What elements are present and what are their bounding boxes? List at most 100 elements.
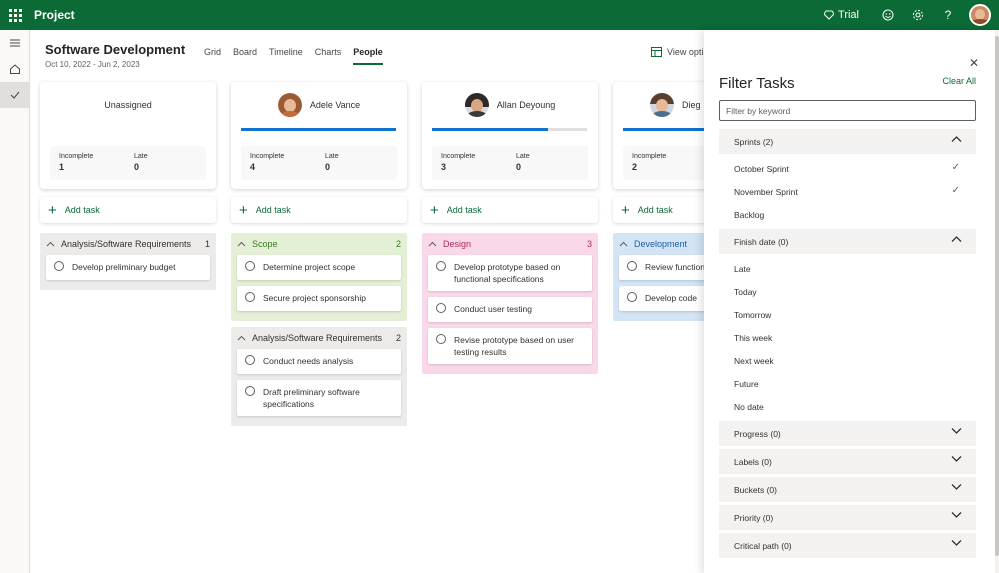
tab-board[interactable]: Board (233, 47, 257, 65)
avatar (464, 93, 489, 117)
bucket-header[interactable]: Analysis/Software Requirements 2 (237, 327, 401, 349)
task-title: Develop prototype based on functional sp… (454, 262, 561, 284)
filter-section-finish-date[interactable]: Finish date (0) (719, 229, 976, 254)
task-card[interactable]: Conduct user testing (428, 297, 592, 322)
close-icon[interactable]: ✕ (969, 56, 979, 70)
filter-option[interactable]: This week (719, 326, 976, 349)
task-card[interactable]: Conduct needs analysis (237, 349, 401, 374)
bucket-name: Scope (252, 239, 278, 249)
task-complete-circle-icon[interactable] (436, 261, 446, 271)
smiley-icon[interactable] (873, 0, 903, 30)
task-complete-circle-icon[interactable] (245, 386, 255, 396)
add-task-label: Add task (255, 205, 291, 215)
add-task-button[interactable]: + Add task (231, 197, 407, 223)
home-icon[interactable] (0, 56, 30, 82)
tab-timeline[interactable]: Timeline (269, 47, 303, 65)
person-card: Unassigned Incomplete 1 Late 0 (40, 82, 216, 189)
filter-section-priority[interactable]: Priority (0) (719, 505, 976, 530)
filter-section-labels[interactable]: Labels (0) (719, 449, 976, 474)
section-label: Buckets (0) (734, 484, 777, 495)
bucket-group: Analysis/Software Requirements 2 Conduct… (231, 327, 407, 426)
task-title: Develop code (645, 293, 697, 303)
app-name[interactable]: Project (34, 8, 75, 22)
task-card[interactable]: Determine project scope (237, 255, 401, 280)
diamond-icon (824, 10, 835, 20)
bucket-header[interactable]: Design 3 (428, 233, 592, 255)
option-label: Today (734, 286, 757, 297)
view-options-button[interactable]: View opti (651, 47, 703, 57)
task-complete-circle-icon[interactable] (54, 261, 64, 271)
option-label: November Sprint (734, 186, 798, 197)
chevron-up-icon (237, 335, 246, 341)
option-label: October Sprint (734, 163, 789, 174)
filter-option[interactable]: Tomorrow (719, 303, 976, 326)
filter-option[interactable]: Today (719, 280, 976, 303)
task-card[interactable]: Develop prototype based on functional sp… (428, 255, 592, 291)
filter-option[interactable]: No date (719, 395, 976, 418)
incomplete-count: 3 (441, 162, 447, 172)
page-title: Software Development (45, 42, 186, 57)
incomplete-label: Incomplete (441, 153, 476, 160)
option-label: Backlog (734, 209, 765, 220)
add-task-button[interactable]: + Add task (40, 197, 216, 223)
task-complete-circle-icon[interactable] (627, 261, 637, 271)
section-label: Priority (0) (734, 512, 774, 523)
scrollbar[interactable] (995, 30, 999, 573)
task-complete-circle-icon[interactable] (245, 292, 255, 302)
scrollbar-thumb[interactable] (995, 36, 999, 556)
filter-option[interactable]: Late (719, 257, 976, 280)
gear-icon[interactable] (903, 0, 933, 30)
filter-section-critical-path[interactable]: Critical path (0) (719, 533, 976, 558)
chevron-up-icon (951, 136, 962, 142)
task-card[interactable]: Develop preliminary budget (46, 255, 210, 280)
task-card[interactable]: Draft preliminary software specification… (237, 380, 401, 416)
filter-option[interactable]: Future (719, 372, 976, 395)
incomplete-count: 1 (59, 162, 65, 172)
chevron-up-icon (237, 241, 246, 247)
user-avatar[interactable] (969, 4, 991, 26)
filter-section-sprints[interactable]: Sprints (2) (719, 129, 976, 154)
filter-option[interactable]: Backlog (719, 203, 976, 226)
tab-grid[interactable]: Grid (204, 47, 221, 65)
task-title: Conduct needs analysis (263, 356, 354, 366)
incomplete-label: Incomplete (250, 153, 285, 160)
filter-section-buckets[interactable]: Buckets (0) (719, 477, 976, 502)
add-task-label: Add task (637, 205, 673, 215)
task-card[interactable]: Revise prototype based on user testing r… (428, 328, 592, 364)
keyword-filter-input[interactable] (719, 100, 976, 121)
add-task-button[interactable]: + Add task (422, 197, 598, 223)
app-launcher-icon[interactable] (0, 0, 30, 30)
filter-option[interactable]: Next week (719, 349, 976, 372)
bucket-name: Development (634, 239, 688, 249)
late-label: Late (325, 153, 339, 160)
chevron-down-icon (951, 540, 962, 546)
view-tabs: Grid Board Timeline Charts People (204, 47, 383, 65)
task-complete-circle-icon[interactable] (436, 303, 446, 313)
bucket-header[interactable]: Analysis/Software Requirements 1 (46, 233, 210, 255)
section-label: Critical path (0) (734, 540, 792, 551)
tab-charts[interactable]: Charts (315, 47, 342, 65)
help-icon[interactable]: ? (933, 0, 963, 30)
filter-option[interactable]: October Sprint ✓ (719, 157, 976, 180)
late-label: Late (516, 153, 530, 160)
bucket-header[interactable]: Scope 2 (237, 233, 401, 255)
menu-icon[interactable] (0, 30, 30, 56)
trial-button[interactable]: Trial (824, 9, 859, 21)
clear-all-button[interactable]: Clear All (942, 76, 976, 86)
chevron-down-icon (951, 428, 962, 434)
task-complete-circle-icon[interactable] (245, 261, 255, 271)
plus-icon: + (239, 201, 248, 219)
task-complete-circle-icon[interactable] (436, 334, 446, 344)
task-complete-circle-icon[interactable] (627, 292, 637, 302)
person-column-unassigned: Unassigned Incomplete 1 Late 0 + Add task A… (40, 82, 216, 290)
view-options-label: View opti (667, 47, 704, 57)
filter-section-progress[interactable]: Progress (0) (719, 421, 976, 446)
tab-people[interactable]: People (353, 47, 383, 65)
incomplete-count: 4 (250, 162, 256, 172)
left-rail (0, 30, 30, 573)
task-complete-circle-icon[interactable] (245, 355, 255, 365)
my-tasks-icon[interactable] (0, 82, 30, 108)
filter-option[interactable]: November Sprint ✓ (719, 180, 976, 203)
option-label: This week (734, 332, 773, 343)
task-card[interactable]: Secure project sponsorship (237, 286, 401, 311)
